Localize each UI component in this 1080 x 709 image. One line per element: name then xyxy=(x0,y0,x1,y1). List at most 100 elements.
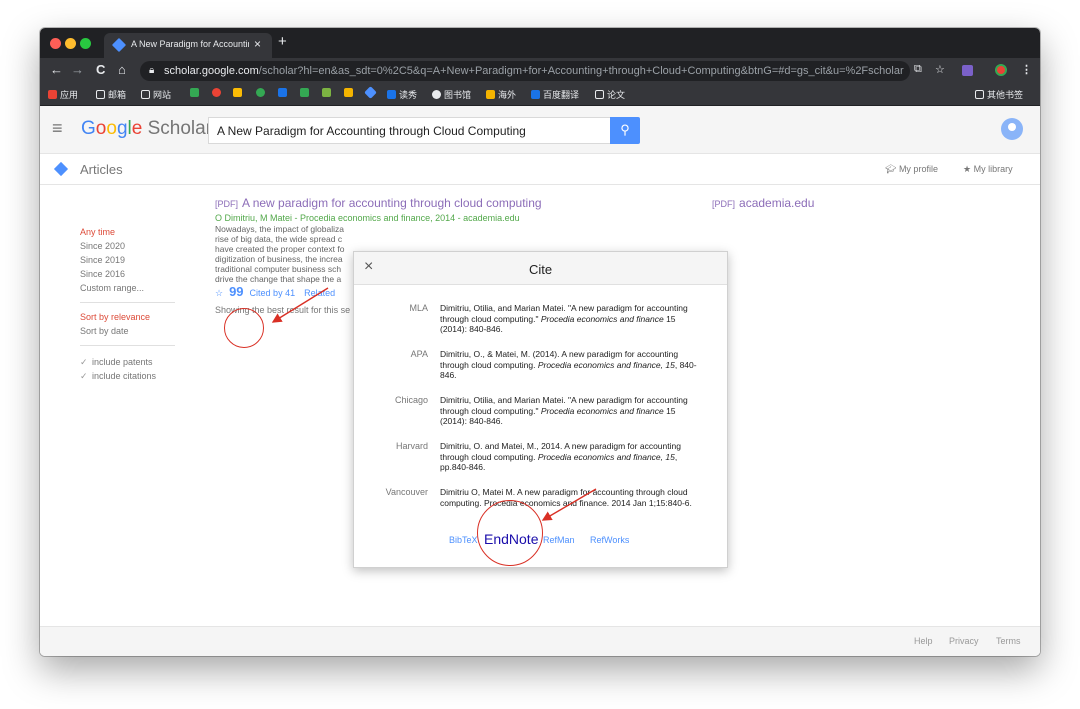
extension-record-icon[interactable] xyxy=(995,64,1007,76)
bookmark-9[interactable] xyxy=(364,86,378,99)
citation-style-label: APA xyxy=(410,349,428,359)
snippet-line: have created the proper context fo xyxy=(215,244,345,254)
filter-since-2020[interactable]: Since 2020 xyxy=(80,241,125,251)
bookmark-duxiu[interactable]: 读秀 xyxy=(387,88,417,101)
address-bar[interactable]: 🔒︎ scholar.google.com/scholar?hl=en&as_s… xyxy=(140,61,910,81)
refman-link[interactable]: RefMan xyxy=(543,535,575,545)
bookmark-4[interactable] xyxy=(256,88,268,98)
bookmark-star-icon[interactable]: ☆ xyxy=(935,63,945,76)
terms-link[interactable]: Terms xyxy=(996,636,1021,646)
citation-text-part: Dimitriu O, Matei M. A new paradigm for … xyxy=(440,487,692,508)
refworks-link[interactable]: RefWorks xyxy=(590,535,629,545)
filter-any-time[interactable]: Any time xyxy=(80,227,115,237)
bookmark-baidu-translate[interactable]: 百度翻译 xyxy=(531,88,579,101)
include-patents-checkbox[interactable]: ✓ include patents xyxy=(80,357,153,368)
menu-kebab-icon[interactable]: ⋮ xyxy=(1021,63,1032,76)
pdf-tag: [PDF] xyxy=(712,199,736,209)
annotation-circle-endnote xyxy=(477,500,543,566)
sort-by-date[interactable]: Sort by date xyxy=(80,326,129,336)
side-pdf-source: academia.edu xyxy=(739,196,815,210)
close-icon[interactable]: × xyxy=(364,258,373,276)
related-link[interactable]: Related xyxy=(304,288,335,298)
articles-label[interactable]: Articles xyxy=(80,162,123,177)
bookmark-sites[interactable]: 网站 xyxy=(141,88,171,101)
cited-by-link[interactable]: Cited by 41 xyxy=(250,288,296,298)
citation-text[interactable]: Dimitriu, Otilia, and Marian Matei. "A n… xyxy=(440,395,702,427)
privacy-link[interactable]: Privacy xyxy=(949,636,979,646)
bookmark-overseas[interactable]: 海外 xyxy=(486,88,516,101)
citation-text[interactable]: Dimitriu O, Matei M. A new paradigm for … xyxy=(440,487,702,508)
maximize-window-button[interactable] xyxy=(80,38,91,49)
bookmark-label: 应用 xyxy=(60,90,79,100)
hamburger-menu-icon[interactable]: ≡ xyxy=(52,118,63,139)
bookmark-6[interactable] xyxy=(300,88,312,98)
close-window-button[interactable] xyxy=(50,38,61,49)
citation-journal: Procedia economics and finance xyxy=(540,405,664,416)
reload-icon[interactable]: C xyxy=(96,62,105,77)
folder-icon xyxy=(96,90,105,99)
bookmark-2[interactable] xyxy=(212,88,224,98)
zhihu-favicon-icon xyxy=(278,88,287,97)
my-library-link[interactable]: ★ My library xyxy=(963,164,1013,175)
citation-text[interactable]: Dimitriu, O., & Matei, M. (2014). A new … xyxy=(440,349,702,381)
folder-icon xyxy=(141,90,150,99)
bookmark-label: 百度翻译 xyxy=(543,90,580,100)
browser-tab[interactable]: A New Paradigm for Accounting × xyxy=(104,33,272,58)
logo-letter: g xyxy=(116,118,128,139)
result-authors: O Dimitriu, M Matei - Procedia economics… xyxy=(215,213,520,223)
side-pdf-link[interactable]: [PDF] academia.edu xyxy=(712,196,814,210)
bibtex-link[interactable]: BibTeX xyxy=(449,535,478,545)
citation-text[interactable]: Dimitriu, Otilia, and Marian Matei. "A n… xyxy=(440,303,702,335)
folder-icon xyxy=(975,90,984,99)
include-citations-checkbox[interactable]: ✓ include citations xyxy=(80,371,156,382)
snippet-line: Nowadays, the impact of globaliza xyxy=(215,224,344,234)
bookmark-7[interactable] xyxy=(322,88,334,98)
bookmark-3[interactable] xyxy=(233,88,245,98)
bookmark-5[interactable] xyxy=(278,88,290,98)
search-icon: ⚲ xyxy=(620,122,630,137)
extension-onenote-icon[interactable] xyxy=(962,65,973,76)
google-scholar-logo[interactable]: Google Scholar xyxy=(81,118,212,140)
my-profile-link[interactable]: 🎓︎ My profile xyxy=(885,164,938,175)
search-button[interactable]: ⚲ xyxy=(610,117,640,144)
logo-scholar-word: Scholar xyxy=(142,118,213,139)
result-title-link[interactable]: [PDF] A new paradigm for accounting throu… xyxy=(215,196,542,210)
logo-letter: e xyxy=(131,118,143,139)
sort-by-relevance[interactable]: Sort by relevance xyxy=(80,312,150,322)
wechat-favicon-icon xyxy=(256,88,265,97)
help-link[interactable]: Help xyxy=(914,636,933,646)
citation-text[interactable]: Dimitriu, O. and Matei, M., 2014. A new … xyxy=(440,441,702,473)
citation-style-label: MLA xyxy=(409,303,428,313)
snippet-line: rise of big data, the wide spread c xyxy=(215,234,343,244)
result-snippet: Nowadays, the impact of globaliza rise o… xyxy=(215,224,365,284)
cite-quote-icon[interactable]: 99 xyxy=(229,284,243,299)
citation-journal: Procedia economics and finance, 15 xyxy=(537,359,675,370)
citation-style-label: Vancouver xyxy=(385,487,428,497)
result-title: A new paradigm for accounting through cl… xyxy=(242,196,542,210)
bookmark-8[interactable] xyxy=(344,88,356,98)
save-star-icon[interactable]: ☆ xyxy=(215,288,223,298)
bookmark-library[interactable]: 图书馆 xyxy=(432,88,471,101)
filter-since-2016[interactable]: Since 2016 xyxy=(80,269,125,279)
new-tab-button[interactable]: + xyxy=(278,33,287,50)
lock-icon: 🔒︎ xyxy=(149,65,155,76)
other-bookmarks[interactable]: 其他书签 xyxy=(975,88,1023,101)
account-avatar[interactable] xyxy=(1001,118,1023,140)
back-icon[interactable]: ← xyxy=(50,62,63,77)
tab-close-icon[interactable]: × xyxy=(254,37,261,51)
bookmark-papers[interactable]: 论文 xyxy=(595,88,625,101)
bookmark-mail[interactable]: 邮箱 xyxy=(96,88,126,101)
tab-title: A New Paradigm for Accounting xyxy=(131,39,249,49)
filter-custom-range[interactable]: Custom range... xyxy=(80,283,144,293)
bookmark-1[interactable] xyxy=(190,88,202,98)
citation-journal: Procedia economics and finance xyxy=(540,313,664,324)
filter-since-2019[interactable]: Since 2019 xyxy=(80,255,125,265)
bookmark-apps[interactable]: 应用 xyxy=(48,88,78,101)
forward-icon[interactable]: → xyxy=(71,62,84,77)
sidebar-divider xyxy=(80,302,175,303)
minimize-window-button[interactable] xyxy=(65,38,76,49)
snippet-line: drive the change that shape the a xyxy=(215,274,342,284)
translate-icon[interactable]: ⧉ xyxy=(914,63,922,76)
home-icon[interactable]: ⌂ xyxy=(118,62,126,77)
search-input[interactable]: A New Paradigm for Accounting through Cl… xyxy=(208,117,611,144)
